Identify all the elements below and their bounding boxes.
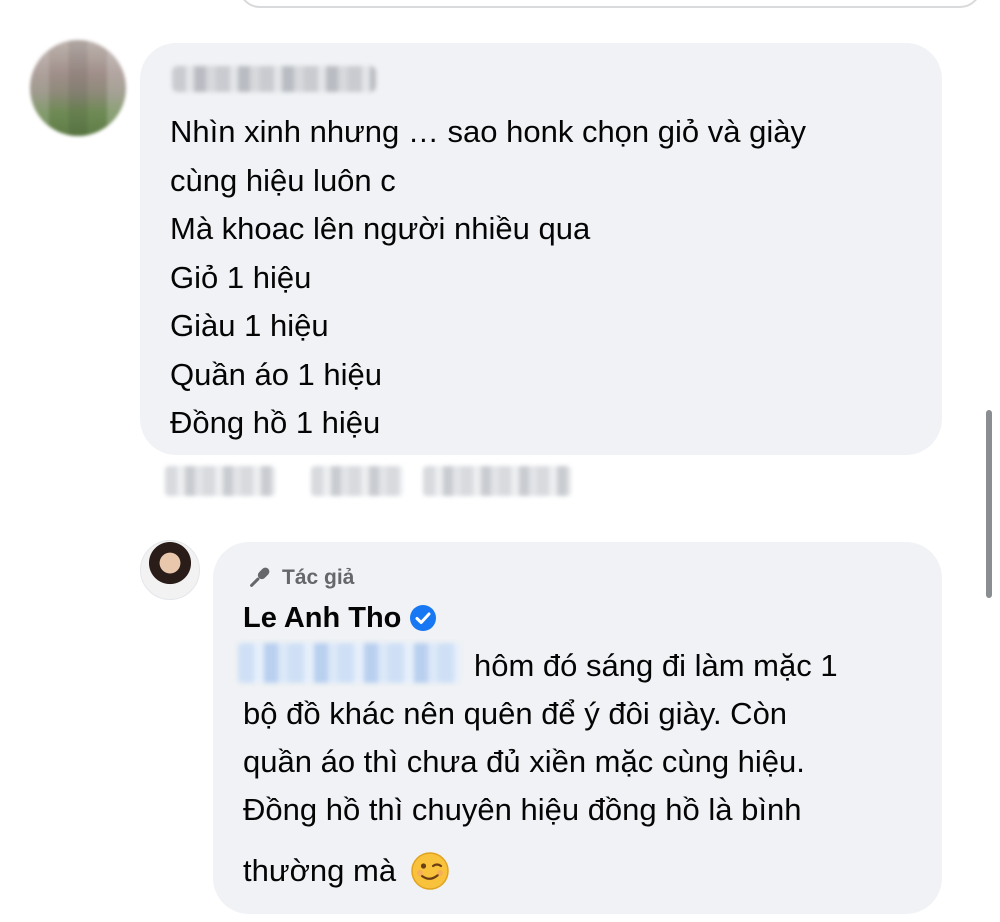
like-action-blurred[interactable] [311,466,403,496]
microphone-icon [244,563,274,593]
reply-last-line: thường mà [243,847,923,895]
commenter-name-blurred[interactable] [172,66,376,92]
author-name-row: Le Anh Tho [243,598,437,638]
reply-action-blurred[interactable] [423,466,571,496]
comment-line: Giàu 1 hiệu [170,308,329,343]
verified-badge-icon [409,604,437,632]
comment-line: Quần áo 1 hiệu [170,356,383,392]
comment-line: Giỏ 1 hiệu [170,259,312,295]
comment-input-box[interactable] [238,0,982,8]
reply-line: hôm đó sáng đi làm mặc 1 [474,648,838,683]
comment-text: Nhìn xinh nhưng … sao honk chọn giỏ và g… [170,108,806,448]
author-badge-row: Tác giả [244,562,354,594]
winking-face-icon [410,851,450,891]
comment-line: Mà khoac lên người nhiều qua [170,211,591,246]
reply-line: Đồng hồ thì chuyên hiệu đồng hồ là bình [243,792,802,827]
scrollbar[interactable] [986,410,992,598]
author-avatar[interactable] [140,540,200,600]
reply-text: hôm đó sáng đi làm mặc 1 bộ đồ khác nên … [243,642,923,895]
reply-line: thường mà [243,853,397,888]
reply-line: bộ đồ khác nên quên để ý đôi giày. Còn [243,696,788,731]
comment-line: Đồng hồ 1 hiệu [170,405,381,440]
comment-line: Nhìn xinh nhưng … sao honk chọn giỏ và g… [170,114,806,149]
commenter-avatar[interactable] [30,40,126,136]
author-label: Tác giả [282,566,355,589]
timestamp-blurred [165,466,275,496]
reply-line: quần áo thì chưa đủ xiền mặc cùng hiệu. [243,744,805,779]
author-name[interactable]: Le Anh Tho [243,602,401,635]
comment-line: cùng hiệu luôn c [170,162,396,198]
